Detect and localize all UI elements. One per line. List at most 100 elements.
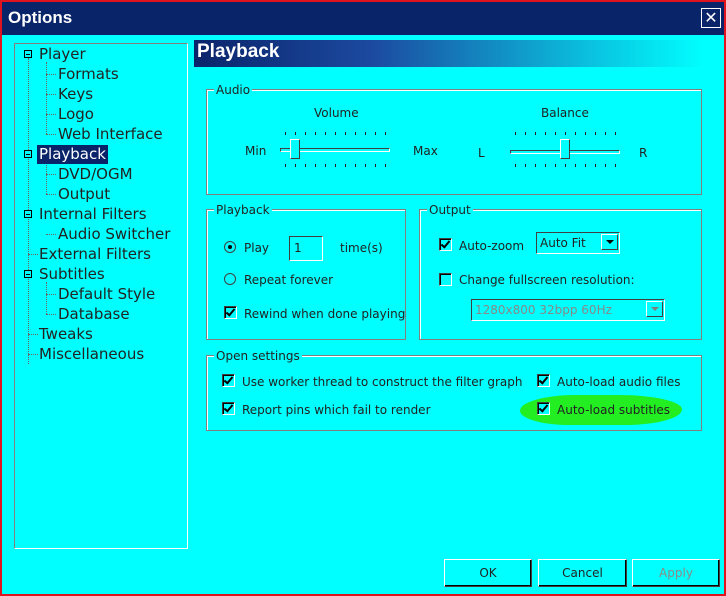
slider-tick [285, 132, 286, 135]
tree-item-database[interactable]: Database [58, 305, 130, 324]
volume-thumb[interactable] [290, 139, 300, 159]
slider-tick [385, 164, 386, 167]
resolution-select[interactable]: 1280x800 32bpp 60Hz [471, 299, 665, 321]
tree-item-web-interface[interactable]: Web Interface [58, 125, 163, 144]
slider-tick [295, 164, 296, 167]
tree-item-miscellaneous[interactable]: Miscellaneous [39, 345, 144, 364]
tree-item-formats[interactable]: Formats [58, 65, 119, 84]
cancel-button[interactable]: Cancel [538, 559, 627, 587]
chevron-down-icon[interactable] [601, 234, 618, 250]
slider-tick [515, 164, 516, 167]
audio-group [206, 89, 702, 195]
autoload-audio-label: Auto-load audio files [557, 375, 681, 389]
slider-tick [555, 164, 556, 167]
tree-line [46, 194, 56, 195]
tree-item-default-style[interactable]: Default Style [58, 285, 155, 304]
slider-tick [525, 164, 526, 167]
playback-group-label: Playback [214, 203, 272, 217]
play-count-input[interactable]: 1 [289, 236, 323, 261]
slider-tick [305, 164, 306, 167]
report-pins-label: Report pins which fail to render [242, 403, 431, 417]
slider-tick [335, 132, 336, 135]
options-window: Options ✕ Player Formats Keys Logo Web I… [0, 0, 726, 596]
autoload-subtitles-label: Auto-load subtitles [557, 403, 671, 417]
collapse-icon[interactable] [24, 50, 32, 58]
slider-tick [345, 132, 346, 135]
chevron-down-icon[interactable] [646, 301, 663, 317]
collapse-icon[interactable] [24, 210, 32, 218]
page-header: Playback [194, 40, 704, 67]
apply-button[interactable]: Apply [632, 559, 720, 587]
slider-tick [525, 132, 526, 135]
tree-line [46, 134, 56, 135]
page-title: Playback [197, 41, 280, 62]
tree-item-playback[interactable]: Playback [37, 145, 108, 164]
slider-tick [535, 164, 536, 167]
repeat-radio[interactable] [224, 273, 236, 285]
balance-thumb[interactable] [560, 139, 570, 159]
balance-right-label: R [639, 146, 648, 160]
collapse-icon[interactable] [24, 270, 32, 278]
slider-tick [355, 164, 356, 167]
tree-line [46, 234, 56, 235]
tree-item-external-filters[interactable]: External Filters [39, 245, 151, 264]
times-label: time(s) [340, 241, 383, 255]
slider-tick [365, 164, 366, 167]
audio-group-label: Audio [214, 83, 253, 97]
slider-tick [615, 132, 616, 135]
fullscreen-resolution-label: Change fullscreen resolution: [459, 273, 635, 287]
tree-item-tweaks[interactable]: Tweaks [39, 325, 93, 344]
autoload-subtitles-checkbox[interactable] [537, 402, 550, 415]
slider-tick [595, 132, 596, 135]
play-label: Play [244, 241, 270, 255]
autozoom-select[interactable]: Auto Fit [536, 232, 620, 254]
slider-tick [565, 132, 566, 135]
autozoom-checkbox[interactable] [439, 238, 452, 251]
window-title: Options [8, 8, 73, 27]
tree-line [28, 254, 38, 255]
tree-item-audio-switcher[interactable]: Audio Switcher [58, 225, 170, 244]
close-button[interactable]: ✕ [701, 8, 721, 28]
fullscreen-resolution-checkbox[interactable] [439, 273, 452, 286]
tree-item-logo[interactable]: Logo [58, 105, 94, 124]
tree-line [28, 354, 38, 355]
tree-item-output[interactable]: Output [58, 185, 110, 204]
slider-tick [295, 132, 296, 135]
slider-tick [325, 132, 326, 135]
rewind-checkbox[interactable] [224, 306, 237, 319]
open-settings-group-label: Open settings [214, 349, 302, 363]
slider-tick [595, 164, 596, 167]
tree-item-keys[interactable]: Keys [58, 85, 93, 104]
slider-tick [575, 132, 576, 135]
tree-line [46, 162, 47, 194]
slider-tick [335, 164, 336, 167]
slider-tick [555, 132, 556, 135]
repeat-label: Repeat forever [244, 273, 334, 287]
play-radio[interactable] [224, 241, 236, 253]
ok-button[interactable]: OK [444, 559, 532, 587]
volume-label: Volume [314, 106, 359, 120]
slider-tick [365, 132, 366, 135]
slider-tick [545, 132, 546, 135]
slider-tick [585, 132, 586, 135]
tree-item-internal-filters[interactable]: Internal Filters [39, 205, 147, 224]
autoload-audio-checkbox[interactable] [537, 374, 550, 387]
tree-line [46, 74, 56, 75]
tree-item-subtitles[interactable]: Subtitles [39, 265, 105, 284]
worker-thread-checkbox[interactable] [222, 374, 235, 387]
options-tree[interactable]: Player Formats Keys Logo Web Interface P… [14, 43, 188, 549]
slider-tick [385, 132, 386, 135]
tree-item-player[interactable]: Player [39, 45, 86, 64]
tree-item-dvd-ogm[interactable]: DVD/OGM [58, 165, 133, 184]
autozoom-select-value: Auto Fit [540, 236, 586, 250]
tree-line [46, 94, 56, 95]
close-icon: ✕ [704, 8, 718, 27]
autozoom-label: Auto-zoom [459, 239, 525, 253]
slider-tick [605, 164, 606, 167]
report-pins-checkbox[interactable] [222, 402, 235, 415]
title-bar[interactable]: Options ✕ [2, 2, 724, 35]
slider-tick [325, 164, 326, 167]
tree-line [46, 174, 56, 175]
slider-tick [375, 132, 376, 135]
collapse-icon[interactable] [24, 150, 32, 158]
